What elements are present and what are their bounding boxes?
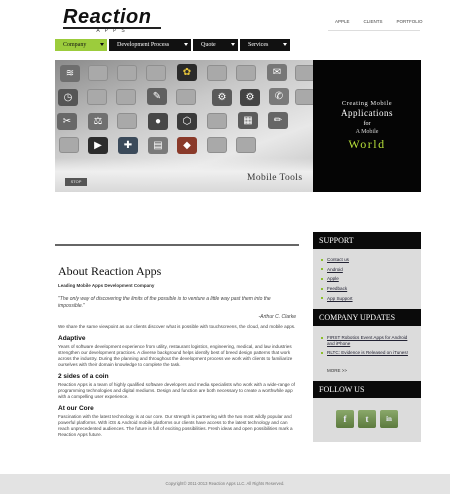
video-icon: ▶ <box>88 137 108 154</box>
updates-box: FIRST Robotics Event Apps for Android an… <box>313 326 421 381</box>
support-link-contact[interactable]: Contact us <box>321 257 415 263</box>
quote-attribution: -Arthur C. Clarke <box>258 314 296 320</box>
content-divider <box>55 244 299 246</box>
linkedin-icon[interactable]: in <box>380 409 398 428</box>
gear-icon: ⚙ <box>212 89 232 106</box>
support-box: Contact us Android Apple Feedback App Su… <box>313 249 421 310</box>
tagline-line-5: World <box>348 137 386 151</box>
support-link-feedback[interactable]: Feedback <box>321 286 415 292</box>
hero-slideshow: ≋ ✿ ✉ ◷ ✎ ⚙ ⚙ ✆ ✂ ⚖ ● ⬡ ▦ ✏ ▶ ✚ ▤ ◆ Mobi… <box>55 60 421 192</box>
pencil-icon: ✏ <box>268 112 288 129</box>
mail-icon: ✉ <box>267 64 287 81</box>
section-heading: 2 sides of a coin <box>58 373 109 380</box>
intro-paragraph: We share the same viewpoint as our clien… <box>58 324 296 329</box>
nav-development-label: Development Process <box>117 42 170 48</box>
flower-icon: ✿ <box>177 64 197 81</box>
copyright-text: Copyright© 2011-2013 Reaction Apps LLC. … <box>165 481 285 486</box>
support-link-apple[interactable]: Apple <box>321 276 415 282</box>
facebook-icon[interactable]: f <box>336 409 354 428</box>
medical-icon: ✚ <box>118 137 138 154</box>
sidebar: SUPPORT Contact us Android Apple Feedbac… <box>313 232 421 442</box>
nav-company[interactable]: Company <box>55 39 107 51</box>
book-icon: ▤ <box>148 137 168 154</box>
update-link[interactable]: FIRST Robotics Event Apps for Android an… <box>321 335 415 346</box>
apps-icon: ▦ <box>238 112 258 129</box>
logo-text: Reaction <box>63 6 152 28</box>
top-nav-apple[interactable]: APPLE <box>328 18 357 26</box>
chevron-down-icon <box>100 43 104 46</box>
nav-company-label: Company <box>63 42 87 48</box>
slideshow-stop-button[interactable]: STOP <box>65 178 87 186</box>
section-text: Years of software development experience… <box>58 344 293 367</box>
ball-icon: ● <box>148 113 168 130</box>
chevron-down-icon <box>283 43 287 46</box>
tools-icon: ✂ <box>57 113 77 130</box>
tagline-line-1: Creating Mobile <box>341 100 393 107</box>
quote-text: "The only way of discovering the limits … <box>58 296 271 309</box>
support-link-android[interactable]: Android <box>321 267 415 273</box>
hero-image: ≋ ✿ ✉ ◷ ✎ ⚙ ⚙ ✆ ✂ ⚖ ● ⬡ ▦ ✏ ▶ ✚ ▤ ◆ Mobi… <box>55 60 313 192</box>
main-nav: Company Development Process Quote Servic… <box>55 39 290 51</box>
tagline-line-4: A Mobile <box>355 129 379 135</box>
wifi-icon: ≋ <box>60 65 80 82</box>
logo-underline <box>63 27 161 29</box>
tagline-line-3: for <box>363 121 371 127</box>
chevron-down-icon <box>184 43 188 46</box>
nav-services[interactable]: Services <box>240 39 290 51</box>
twitter-icon[interactable]: t <box>358 409 376 428</box>
social-box: f t in <box>313 397 421 442</box>
top-nav: APPLE CLIENTS PORTFOLIO <box>328 18 429 26</box>
nav-quote[interactable]: Quote <box>193 39 238 51</box>
hero-caption: Mobile Tools <box>247 173 303 183</box>
section-text: Fascination with the latest technology i… <box>58 414 293 437</box>
section-text: Reaction Apps is a team of highly qualif… <box>58 382 295 399</box>
chat-icon: ✆ <box>269 88 289 105</box>
main-content: About Reaction Apps Leading Mobile Apps … <box>58 264 296 443</box>
top-nav-clients[interactable]: CLIENTS <box>357 18 390 26</box>
scales-icon: ⚖ <box>88 113 108 130</box>
update-link[interactable]: RLTC: Evidence is Released on iTunes! <box>321 350 415 356</box>
section-heading: At our Core <box>58 405 94 412</box>
media-icon: ◆ <box>177 137 197 154</box>
updates-heading: COMPANY UPDATES <box>313 309 421 327</box>
settings-icon: ⚙ <box>240 89 260 106</box>
logo[interactable]: Reaction APPS <box>63 7 163 35</box>
chevron-down-icon <box>231 43 235 46</box>
nav-services-label: Services <box>248 42 269 48</box>
top-nav-portfolio[interactable]: PORTFOLIO <box>390 18 430 26</box>
top-nav-rule <box>328 30 420 31</box>
hero-tagline-panel: Creating Mobile Applications for A Mobil… <box>313 60 421 192</box>
support-link-app-support[interactable]: App Support <box>321 296 415 302</box>
page-subtitle: Leading Mobile Apps Development Company <box>58 283 155 288</box>
follow-heading: FOLLOW US <box>313 380 421 398</box>
section-heading: Adaptive <box>58 335 86 342</box>
tagline-line-2: Applications <box>341 108 393 118</box>
nav-quote-label: Quote <box>201 42 216 48</box>
pen-icon: ✎ <box>147 88 167 105</box>
footer: Copyright© 2011-2013 Reaction Apps LLC. … <box>0 474 450 494</box>
page-title: About Reaction Apps <box>58 264 162 278</box>
more-updates-link[interactable]: MORE >> <box>321 368 415 373</box>
clock-icon: ◷ <box>58 89 78 106</box>
network-icon: ⬡ <box>177 113 197 130</box>
support-heading: SUPPORT <box>313 232 421 249</box>
nav-development-process[interactable]: Development Process <box>109 39 191 51</box>
